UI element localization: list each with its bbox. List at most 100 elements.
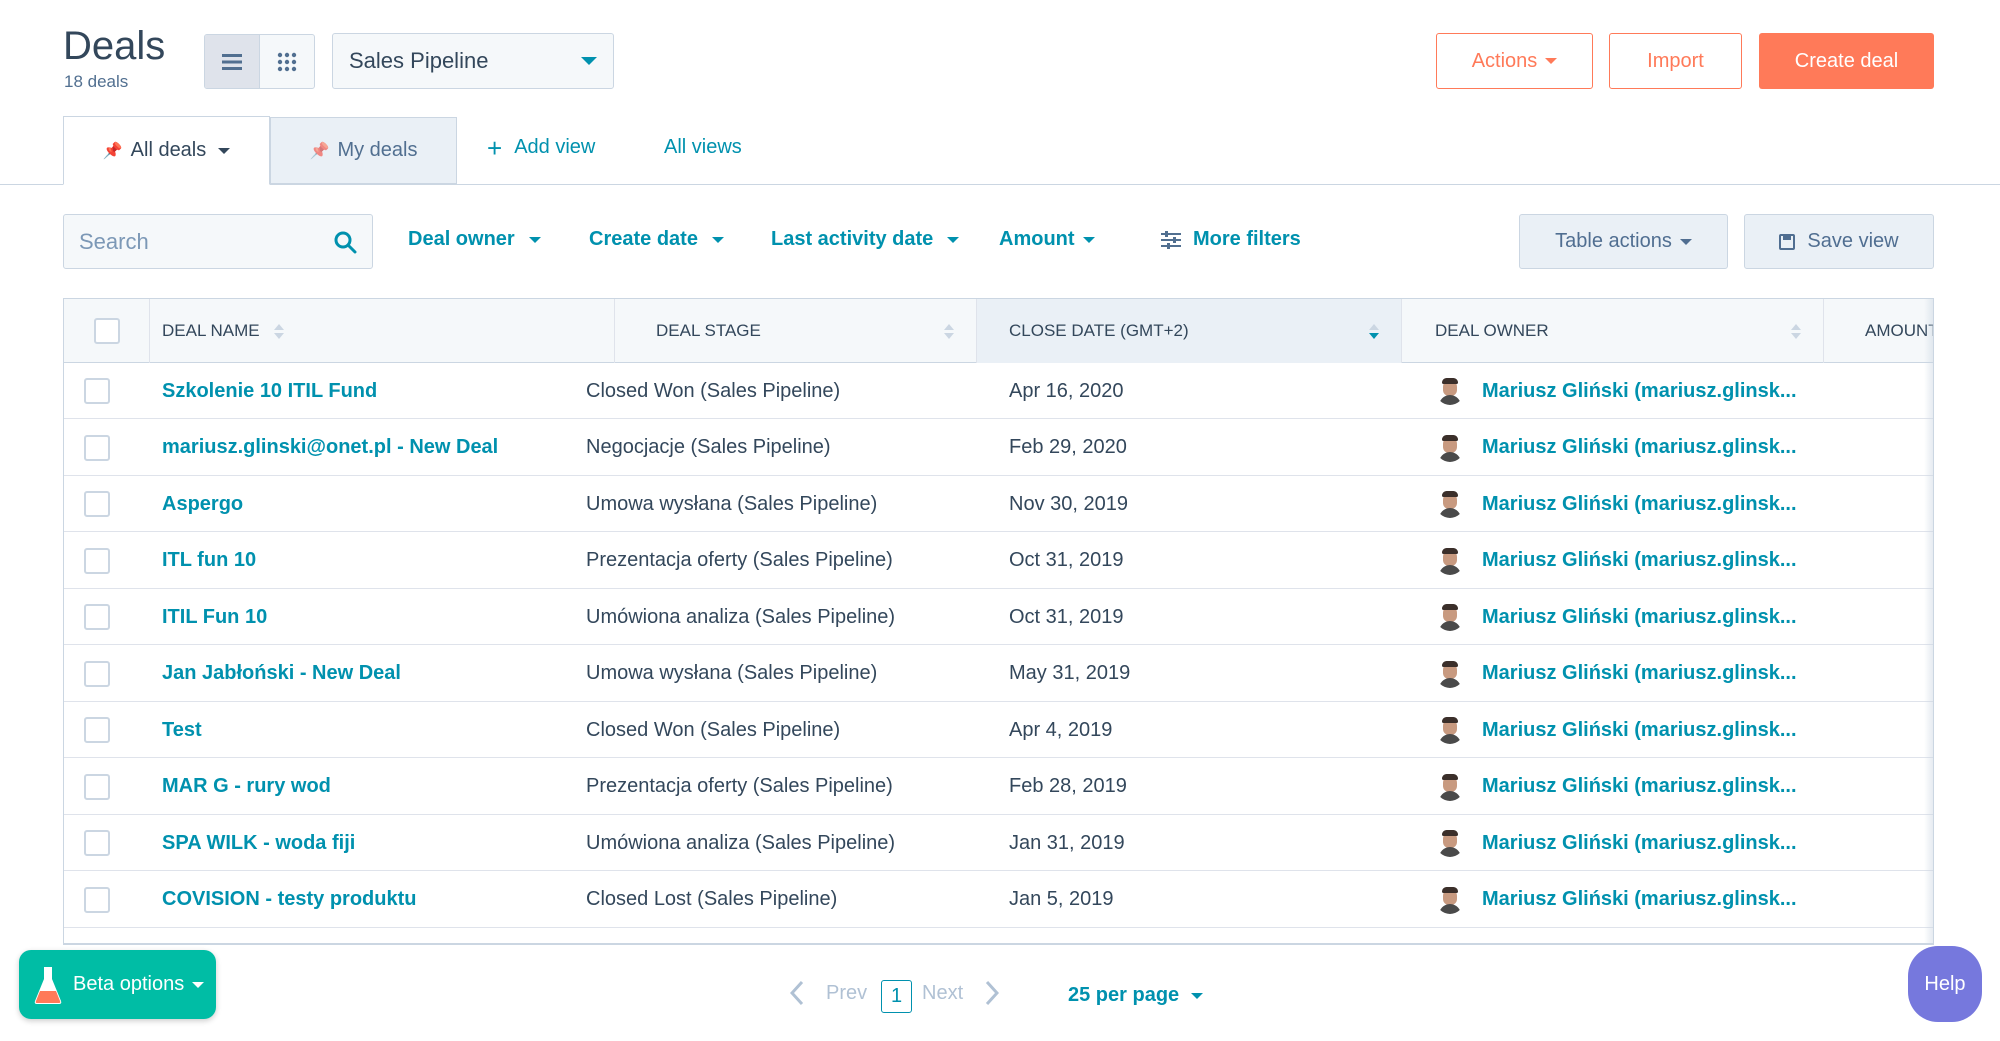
prev-page-button[interactable]: Prev — [790, 980, 867, 1006]
sort-icon[interactable] — [1791, 323, 1801, 339]
row-checkbox[interactable] — [84, 886, 110, 913]
deal-owner-link[interactable]: Mariusz Gliński (mariusz.glinsk... — [1482, 380, 1797, 403]
tab-my-deals[interactable]: 📌 My deals — [270, 117, 457, 184]
close-date: Apr 4, 2019 — [1009, 718, 1113, 741]
caret-down-icon — [1545, 58, 1558, 64]
column-amount[interactable]: AMOUNT — [1824, 299, 1933, 363]
create-deal-button[interactable]: Create deal — [1759, 33, 1934, 89]
deal-owner-link[interactable]: Mariusz Gliński (mariusz.glinsk... — [1482, 549, 1797, 572]
avatar — [1436, 772, 1464, 801]
deal-name-link[interactable]: Szkolenie 10 ITIL Fund — [162, 363, 377, 419]
select-all-checkbox[interactable] — [93, 318, 120, 344]
tab-all-deals[interactable]: 📌 All deals — [63, 116, 270, 185]
filter-deal-owner[interactable]: Deal owner — [408, 228, 541, 251]
deal-owner-link[interactable]: Mariusz Gliński (mariusz.glinsk... — [1482, 775, 1797, 798]
deal-owner-cell: Mariusz Gliński (mariusz.glinsk... — [1436, 646, 1856, 702]
next-page-button[interactable]: Next — [922, 980, 1000, 1006]
deals-page: Deals 18 deals Sales Pipeline Actions Im… — [0, 0, 2000, 1041]
sort-desc-icon[interactable] — [1369, 323, 1379, 339]
search-icon[interactable] — [333, 230, 357, 254]
import-button[interactable]: Import — [1609, 33, 1742, 89]
row-checkbox[interactable] — [84, 378, 110, 404]
column-header-label: DEAL OWNER — [1435, 321, 1549, 340]
table-row: Test Closed Won (Sales Pipeline) Apr 4, 20… — [64, 702, 1933, 758]
filter-amount-label: Amount — [999, 228, 1075, 250]
deal-owner-link[interactable]: Mariusz Gliński (mariusz.glinsk... — [1482, 888, 1797, 911]
page-number-current[interactable]: 1 — [881, 980, 912, 1013]
deal-name-link[interactable]: ITL fun 10 — [162, 533, 256, 589]
avatar — [1436, 603, 1464, 631]
row-checkbox[interactable] — [84, 434, 110, 461]
row-checkbox[interactable] — [84, 830, 110, 856]
table-actions-button[interactable]: Table actions — [1519, 214, 1728, 269]
column-deal-stage[interactable]: DEAL STAGE — [552, 299, 977, 363]
page-title: Deals — [63, 24, 166, 68]
row-select-cell — [84, 872, 110, 928]
sort-icon[interactable] — [944, 323, 954, 339]
sort-icon[interactable] — [273, 323, 284, 339]
avatar — [1436, 546, 1464, 575]
row-checkbox[interactable] — [84, 717, 110, 743]
deal-name-link[interactable]: Aspergo — [162, 476, 243, 532]
deal-name-link[interactable]: COVISION - testy produktu — [162, 872, 416, 928]
caret-down-icon — [711, 236, 724, 243]
deal-name-link[interactable]: MAR G - rury wod — [162, 759, 331, 815]
more-filters-button[interactable]: More filters — [1161, 228, 1301, 251]
save-view-button[interactable]: Save view — [1744, 214, 1934, 269]
column-deal-owner[interactable]: DEAL OWNER — [1402, 299, 1824, 363]
deal-name-link[interactable]: mariusz.glinski@onet.pl - New Deal — [162, 420, 498, 476]
add-view-link[interactable]: + Add view — [487, 132, 595, 163]
all-views-link[interactable]: All views — [664, 136, 742, 159]
deal-count: 18 deals — [64, 72, 129, 91]
deal-stage: Umowa wysłana (Sales Pipeline) — [586, 492, 878, 515]
close-date: Oct 31, 2019 — [1009, 549, 1124, 571]
help-button[interactable]: Help — [1908, 946, 1982, 1022]
close-date: Jan 31, 2019 — [1009, 831, 1125, 854]
deal-name-link[interactable]: Test — [162, 702, 202, 758]
column-close-date[interactable]: CLOSE DATE (GMT+2) — [977, 299, 1402, 363]
deal-owner-link[interactable]: Mariusz Gliński (mariusz.glinsk... — [1482, 606, 1797, 629]
deal-owner-link[interactable]: Mariusz Gliński (mariusz.glinsk... — [1482, 719, 1797, 742]
row-checkbox[interactable] — [84, 773, 110, 800]
deal-owner-link[interactable]: Mariusz Gliński (mariusz.glinsk... — [1482, 493, 1797, 516]
deal-name-link[interactable]: ITIL Fun 10 — [162, 589, 267, 645]
per-page-label: 25 per page — [1068, 984, 1180, 1006]
list-view-button[interactable] — [205, 35, 260, 88]
search-box[interactable] — [63, 214, 373, 269]
create-deal-label: Create deal — [1794, 49, 1899, 72]
row-checkbox[interactable] — [84, 604, 110, 630]
plus-icon: + — [487, 132, 503, 163]
row-select-cell — [84, 476, 110, 532]
caret-down-icon — [218, 147, 231, 154]
deal-owner-cell: Mariusz Gliński (mariusz.glinsk... — [1436, 533, 1856, 589]
avatar — [1436, 490, 1464, 518]
deal-stage: Umówiona analiza (Sales Pipeline) — [586, 831, 896, 854]
next-label: Next — [922, 981, 964, 1004]
filter-last-activity-label: Last activity date — [771, 228, 934, 250]
table-row: Szkolenie 10 ITIL Fund Closed Won (Sales … — [64, 363, 1933, 419]
tab-all-deals-label: All deals — [130, 139, 207, 161]
beta-options-label: Beta options — [73, 973, 185, 995]
view-toggle — [204, 34, 315, 89]
deal-owner-link[interactable]: Mariusz Gliński (mariusz.glinsk... — [1482, 832, 1797, 855]
filter-amount[interactable]: Amount — [999, 228, 1095, 251]
pipeline-select[interactable]: Sales Pipeline — [332, 33, 614, 89]
pin-icon: 📌 — [102, 142, 123, 160]
row-checkbox[interactable] — [84, 660, 110, 687]
actions-button[interactable]: Actions — [1436, 33, 1593, 89]
column-deal-name[interactable]: DEAL NAME — [150, 299, 615, 363]
search-input[interactable] — [79, 228, 309, 255]
per-page-select[interactable]: 25 per page — [1068, 984, 1204, 1007]
deal-owner-link[interactable]: Mariusz Gliński (mariusz.glinsk... — [1482, 662, 1797, 685]
deal-owner-link[interactable]: Mariusz Gliński (mariusz.glinsk... — [1482, 436, 1797, 459]
beta-options-button[interactable]: Beta options — [19, 950, 216, 1019]
board-view-button[interactable] — [260, 35, 314, 88]
deal-name-link[interactable]: SPA WILK - woda fiji — [162, 815, 355, 871]
deal-owner-cell: Mariusz Gliński (mariusz.glinsk... — [1436, 589, 1856, 645]
import-label: Import — [1647, 49, 1704, 72]
deal-name-link[interactable]: Jan Jabłoński - New Deal — [162, 646, 401, 702]
filter-create-date[interactable]: Create date — [589, 228, 724, 251]
row-checkbox[interactable] — [84, 547, 110, 574]
row-checkbox[interactable] — [84, 491, 110, 517]
filter-last-activity[interactable]: Last activity date — [771, 228, 960, 251]
